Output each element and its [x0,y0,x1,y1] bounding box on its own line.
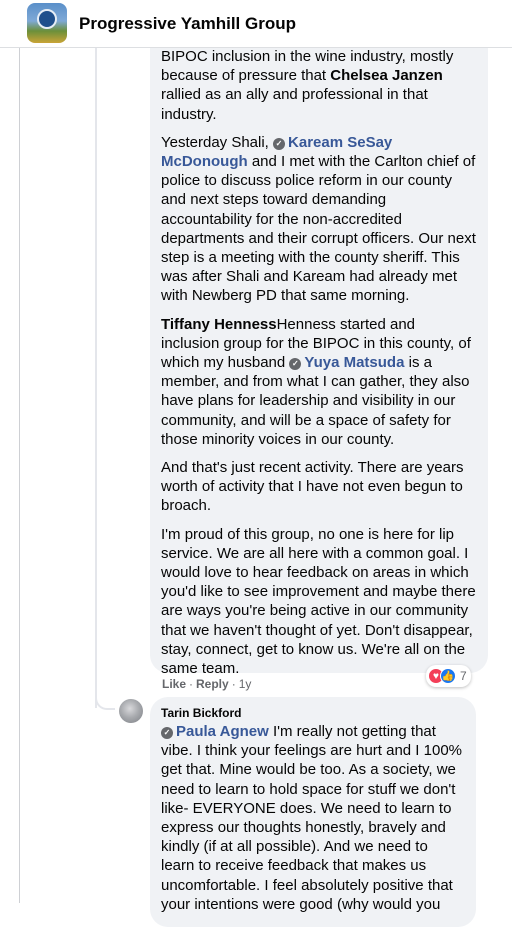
verified-badge-icon: ✓ [273,137,286,150]
group-name[interactable]: Progressive Yamhill Group [79,14,296,34]
reactions-summary[interactable]: ♥ 👍 7 [426,665,471,687]
avatar[interactable] [119,699,143,723]
verified-badge-icon: ✓ [289,358,302,371]
mention-paula-agnew[interactable]: ✓ Paula Agnew [161,723,269,740]
comment-text: rallied as an ally and professional in t… [161,86,428,123]
comment-bubble: Tarin Bickford ✓ Paula Agnew I'm really n… [150,697,476,927]
mention-yuya-matsuda[interactable]: ✓ Yuya Matsuda [289,354,404,371]
mention-label: Yuya Matsuda [304,354,405,372]
comment-text: Yesterday Shali, [161,133,274,151]
group-avatar[interactable] [27,3,67,43]
comment-text: I'm really not getting that vibe. I thin… [161,723,463,913]
comment-text: and I met with the Carlton chief of poli… [161,153,476,305]
timestamp[interactable]: 1y [239,677,252,691]
comment-paragraph: Tiffany HennessHenness started and inclu… [161,315,476,449]
reaction-count: 7 [460,669,467,683]
comment-paragraph: Yesterday Shali, ✓ Kaream SeSay McDonough… [161,133,476,306]
reply-button[interactable]: Reply [196,677,229,691]
comment-paragraph: BIPOC inclusion in the wine industry, mo… [161,47,476,124]
comment-bubble: BIPOC inclusion in the wine industry, mo… [150,30,488,677]
thread-line [19,48,20,903]
comment-paragraph: I'm proud of this group, no one is here … [161,525,476,678]
mention-chelsea-janzen[interactable]: Chelsea Janzen [330,67,443,84]
group-header: Progressive Yamhill Group [0,0,512,48]
group-logo-icon [37,9,57,29]
mention-tiffany-henness[interactable]: Tiffany Henness [161,316,277,333]
comment-body: ✓ Paula Agnew I'm really not getting that… [161,722,464,914]
separator-dot: · [231,677,236,691]
separator-dot: · [189,677,194,691]
reply-thread-line [95,48,97,708]
like-icon: 👍 [440,668,456,684]
comment-author[interactable]: Tarin Bickford [161,705,464,721]
mention-label: Paula Agnew [176,723,269,740]
reply-connector [95,690,115,710]
like-button[interactable]: Like [162,677,186,691]
comment-actions: Like · Reply · 1y [162,677,251,691]
comment-paragraph: And that's just recent activity. There a… [161,459,464,515]
verified-badge-icon: ✓ [161,727,173,739]
